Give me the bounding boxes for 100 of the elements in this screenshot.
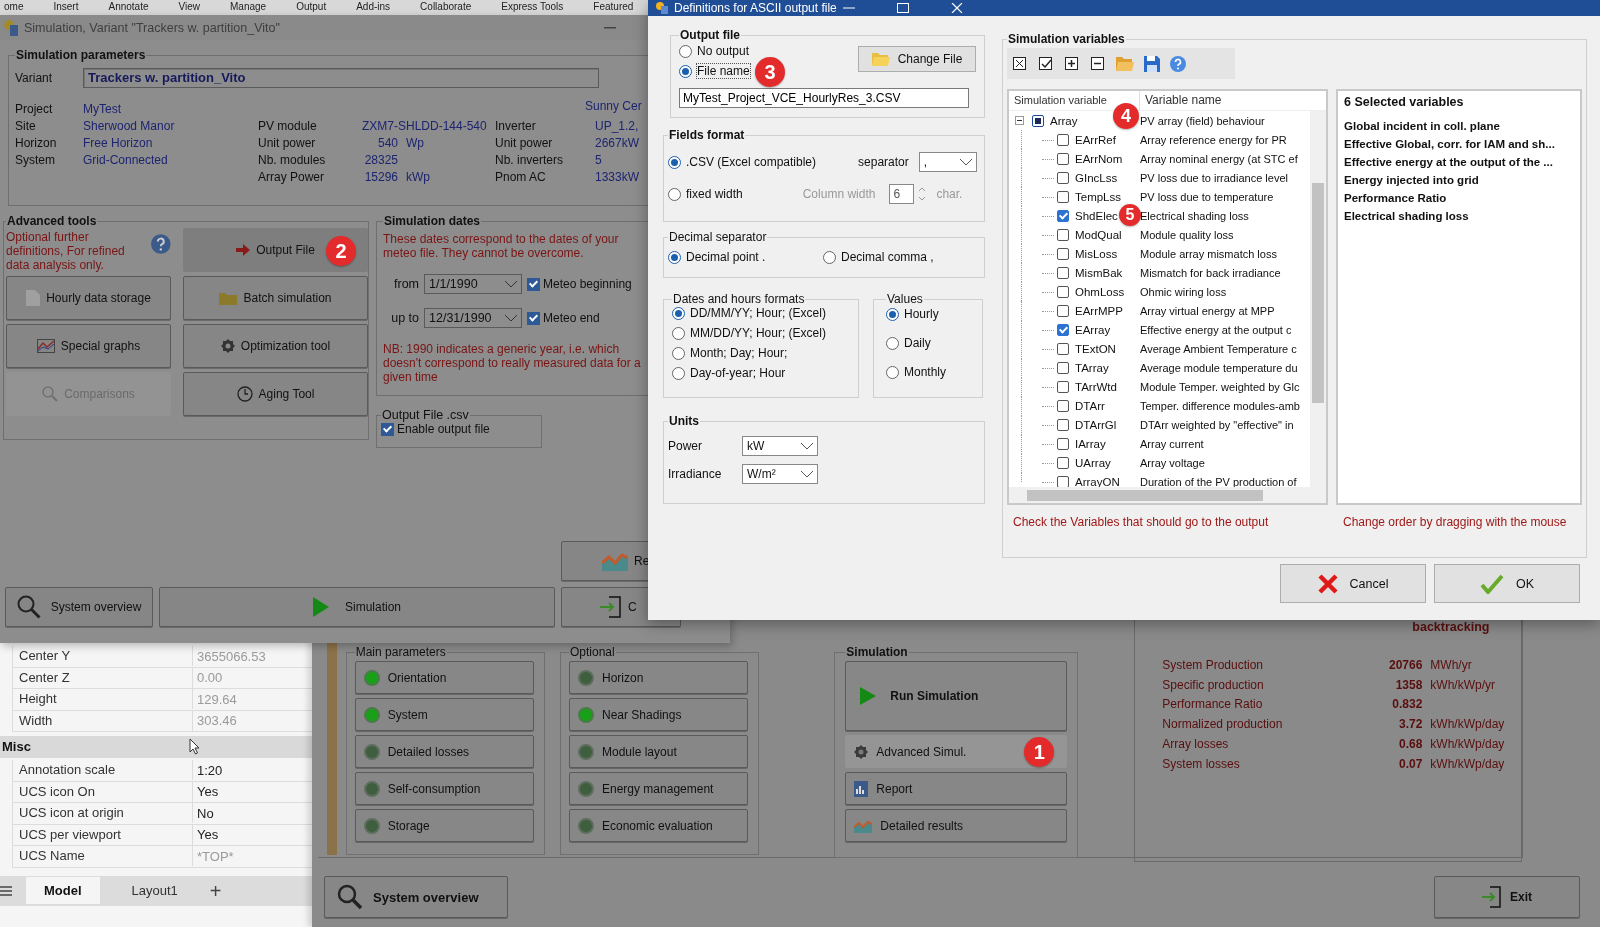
section-header[interactable]: Misc: [0, 736, 312, 758]
vertical-scrollbar[interactable]: [1310, 111, 1326, 489]
simulation-button[interactable]: Simulation: [159, 587, 555, 627]
tool-button[interactable]: Output File 2: [183, 228, 368, 272]
ribbon-tab[interactable]: View: [178, 0, 200, 16]
radio-button[interactable]: [672, 306, 685, 320]
ribbon-tab[interactable]: Annotate: [108, 0, 149, 16]
checkbox[interactable]: [1032, 114, 1044, 127]
tool-button[interactable]: Optimization tool: [183, 324, 368, 368]
change-file-button[interactable]: Change File: [858, 46, 976, 72]
expand-all-icon[interactable]: [1064, 55, 1080, 72]
column-width-field[interactable]: 6: [889, 184, 915, 204]
radio-button[interactable]: [886, 336, 899, 350]
separator-dropdown[interactable]: ,: [918, 152, 977, 172]
checkbox[interactable]: [1057, 419, 1069, 432]
checkbox[interactable]: [1057, 247, 1069, 260]
column-header[interactable]: Variable name: [1140, 91, 1222, 110]
parameter-button[interactable]: System: [354, 698, 534, 731]
simulation-button[interactable]: Report: [845, 772, 1068, 805]
uncheck-all-icon[interactable]: [1012, 55, 1028, 72]
list-item[interactable]: Effective Global, corr. for IAM and sh...: [1344, 135, 1574, 153]
checkbox[interactable]: [381, 422, 394, 436]
radio-button[interactable]: [886, 365, 899, 379]
run-simulation-button[interactable]: Run Simulation: [845, 661, 1068, 731]
checkbox[interactable]: [1057, 190, 1069, 203]
check-all-icon[interactable]: [1038, 55, 1054, 72]
layout-tab[interactable]: Layout1: [113, 877, 196, 904]
ribbon-tab[interactable]: Express Tools: [501, 0, 564, 16]
radio-button[interactable]: [823, 250, 836, 264]
list-item[interactable]: Energy injected into grid: [1344, 171, 1574, 189]
tool-button[interactable]: Aging Tool: [183, 372, 368, 416]
parameter-button[interactable]: Orientation: [354, 661, 534, 694]
save-icon[interactable]: [1144, 55, 1160, 72]
list-item[interactable]: Performance Ratio: [1344, 189, 1574, 207]
unit-dropdown[interactable]: W/m²: [742, 464, 818, 484]
radio-button[interactable]: [672, 326, 685, 340]
ribbon-tab[interactable]: Featured: [593, 0, 634, 16]
menu-icon[interactable]: [0, 884, 12, 897]
date-dropdown[interactable]: 1/1/1990: [424, 274, 522, 294]
radio-button[interactable]: [886, 307, 899, 321]
list-item[interactable]: Electrical shading loss: [1344, 207, 1574, 225]
maximize-icon[interactable]: [896, 3, 909, 13]
property-value[interactable]: Yes: [193, 827, 219, 843]
checkbox[interactable]: [1057, 362, 1069, 375]
ribbon-tab[interactable]: Manage: [230, 0, 267, 16]
checkbox[interactable]: [1057, 343, 1069, 356]
filename-field[interactable]: MyTest_Project_VCE_HourlyRes_3.CSV: [679, 88, 969, 108]
parameter-button[interactable]: Module layout: [569, 735, 749, 768]
radio-button[interactable]: [668, 250, 681, 264]
parameter-button[interactable]: Horizon: [569, 661, 749, 694]
system-overview-button[interactable]: System overview: [324, 876, 508, 918]
help-icon[interactable]: [1170, 55, 1186, 72]
property-value[interactable]: No: [193, 805, 214, 821]
checkbox[interactable]: [1057, 228, 1069, 241]
checkbox[interactable]: [1057, 305, 1069, 317]
cancel-button[interactable]: Cancel: [1280, 564, 1426, 603]
checkbox[interactable]: [1057, 438, 1069, 451]
minimize-icon[interactable]: [604, 26, 616, 29]
ok-button[interactable]: OK: [1434, 564, 1580, 603]
horizontal-scrollbar[interactable]: [1009, 487, 1326, 503]
radio-button[interactable]: [668, 187, 681, 201]
ribbon-tab[interactable]: Insert: [53, 0, 79, 16]
ribbon-tab[interactable]: ome: [4, 0, 24, 16]
tool-button[interactable]: Hourly data storage: [6, 276, 171, 320]
collapse-all-icon[interactable]: [1090, 55, 1106, 72]
variant-field[interactable]: Trackers w. partition_Vito: [83, 68, 599, 88]
parameter-button[interactable]: Self-consumption: [354, 772, 534, 805]
parameter-button[interactable]: Detailed losses: [354, 735, 534, 768]
parameter-button[interactable]: Storage: [354, 809, 534, 842]
parameter-button[interactable]: Economic evaluation: [569, 809, 749, 842]
list-item[interactable]: Global incident in coll. plane: [1344, 117, 1574, 135]
system-overview-button[interactable]: System overview: [5, 587, 153, 627]
checkbox[interactable]: [1057, 266, 1069, 279]
tool-button[interactable]: Batch simulation: [183, 276, 368, 320]
ribbon-tab[interactable]: Output: [296, 0, 327, 16]
tool-button[interactable]: Special graphs: [6, 324, 171, 368]
close-icon[interactable]: [950, 3, 963, 13]
checkbox[interactable]: [1057, 324, 1069, 337]
parameter-button[interactable]: Near Shadings: [569, 698, 749, 731]
radio-button[interactable]: [668, 155, 681, 169]
layout-tab[interactable]: Model: [26, 877, 100, 904]
unit-dropdown[interactable]: kW: [742, 436, 818, 456]
checkbox[interactable]: [527, 311, 540, 325]
collapse-icon[interactable]: [1015, 116, 1024, 125]
checkbox[interactable]: [1057, 476, 1069, 489]
simulation-button[interactable]: Detailed results: [845, 809, 1068, 842]
checkbox[interactable]: [1057, 381, 1069, 394]
checkbox[interactable]: [1057, 152, 1069, 165]
date-dropdown[interactable]: 12/31/1990: [424, 308, 522, 328]
radio-button[interactable]: [672, 366, 685, 380]
add-tab-button[interactable]: +: [209, 880, 222, 901]
ribbon-tab[interactable]: Collaborate: [420, 0, 472, 16]
simulation-button[interactable]: Advanced Simul. 1: [845, 735, 1068, 768]
property-value[interactable]: Yes: [193, 784, 219, 800]
checkbox[interactable]: [1057, 133, 1069, 146]
checkbox[interactable]: [1057, 457, 1069, 470]
radio-button[interactable]: [679, 64, 692, 78]
checkbox[interactable]: [527, 277, 540, 291]
checkbox[interactable]: [1057, 285, 1069, 298]
exit-button[interactable]: Exit: [1434, 876, 1580, 918]
